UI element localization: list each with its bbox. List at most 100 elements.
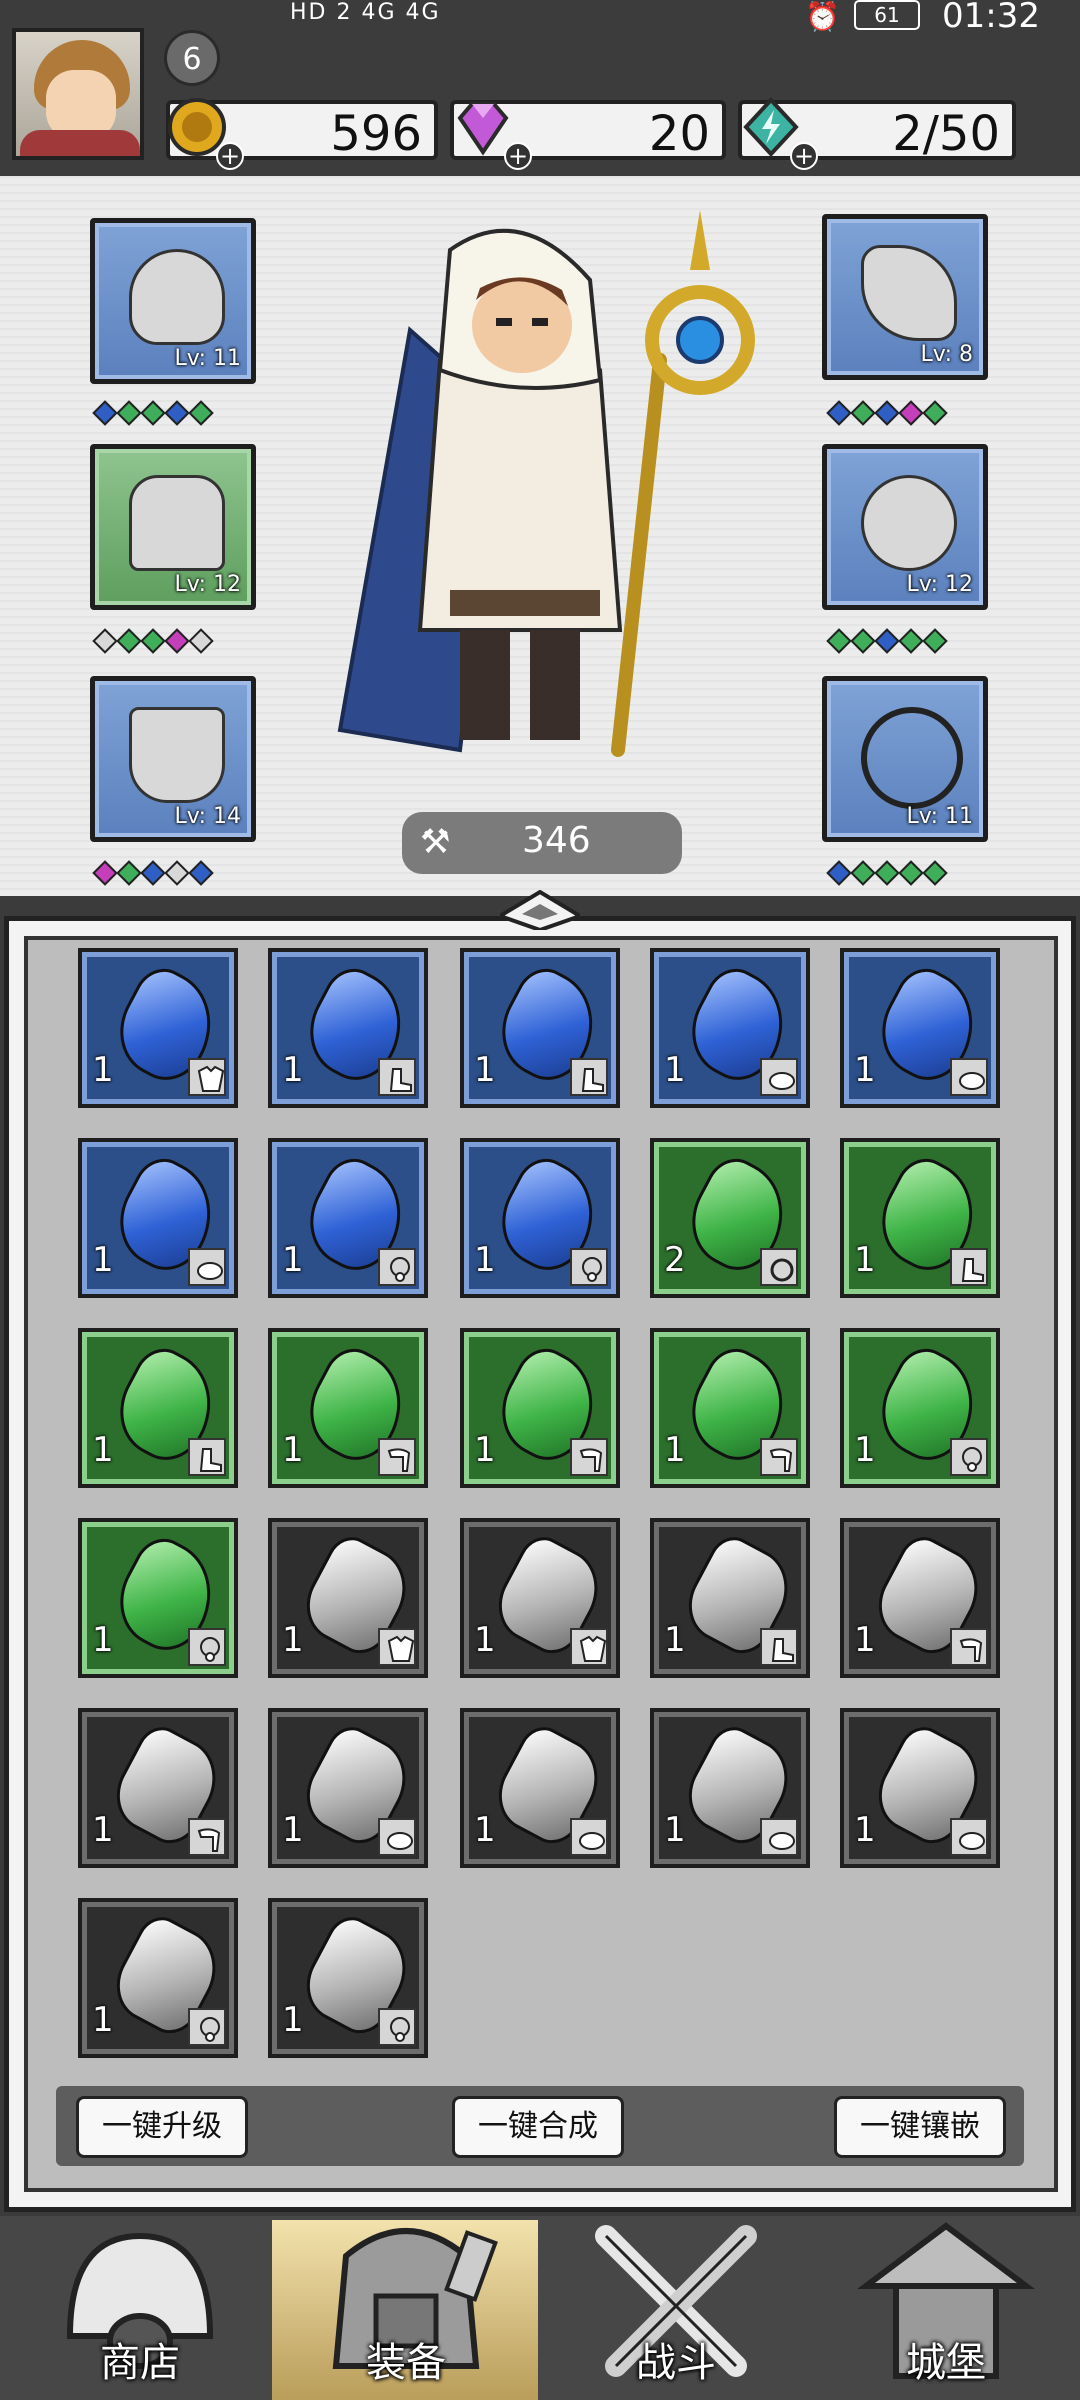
nav-battle[interactable]: 战斗 (566, 2216, 786, 2400)
helmet-gem-sockets (92, 400, 214, 426)
helmet-slot-tag-icon (950, 1818, 988, 1856)
item-count: 1 (474, 1430, 496, 1470)
inlay-all-button[interactable]: 一键镶嵌 (834, 2096, 1006, 2158)
inventory-item-green-gem[interactable]: 1 (78, 1328, 238, 1488)
inventory-item-green-gem[interactable]: 2 (650, 1138, 810, 1298)
socket-gem-icon (92, 860, 118, 886)
add-gems-button[interactable]: + (504, 142, 532, 170)
inventory-item-green-gem[interactable]: 1 (840, 1138, 1000, 1298)
inventory-item-gray-gem[interactable]: 1 (78, 1708, 238, 1868)
socket-gem-icon (116, 400, 142, 426)
item-count: 1 (474, 1620, 496, 1660)
helmet-slot-tag-icon (760, 1058, 798, 1096)
inventory-item-gray-gem[interactable]: 1 (650, 1708, 810, 1868)
inventory-item-blue-gem[interactable]: 1 (78, 1138, 238, 1298)
ring-icon (861, 475, 957, 571)
inventory-item-green-gem[interactable]: 1 (840, 1328, 1000, 1488)
boots-slot-tag-icon (188, 1438, 226, 1476)
add-gold-button[interactable]: + (216, 142, 244, 170)
item-count: 1 (282, 2000, 304, 2040)
armor-slot-tag-icon (188, 1058, 226, 1096)
inventory-item-gray-gem[interactable]: 1 (268, 1518, 428, 1678)
socket-gem-icon (826, 400, 852, 426)
inventory-item-gray-gem[interactable]: 1 (650, 1518, 810, 1678)
helmet-slot-tag-icon (760, 1818, 798, 1856)
socket-gem-icon (850, 628, 876, 654)
item-count: 1 (282, 1430, 304, 1470)
necklace-slot-tag-icon (378, 2008, 416, 2046)
inventory-item-gray-gem[interactable]: 1 (78, 1898, 238, 2058)
alarm-icon: ⏰ (805, 0, 840, 33)
merge-all-button[interactable]: 一键合成 (452, 2096, 624, 2158)
armor-slot[interactable]: Lv: 12 (90, 444, 256, 610)
upgrade-all-button[interactable]: 一键升级 (76, 2096, 248, 2158)
item-count: 1 (664, 1050, 686, 1090)
top-bar: HD 2 4G 4G ⏰ 61 01:32 6 596 + 20 + 2/50 … (0, 0, 1080, 175)
inventory-item-green-gem[interactable]: 1 (460, 1328, 620, 1488)
necklace-slot-tag-icon (378, 1248, 416, 1286)
helmet-level: Lv: 11 (174, 346, 241, 371)
item-count: 1 (474, 1810, 496, 1850)
item-count: 1 (282, 1050, 304, 1090)
weapon-slot[interactable]: Lv: 8 (822, 214, 988, 380)
gem-value: 20 (648, 106, 710, 162)
inventory-item-gray-gem[interactable]: 1 (460, 1708, 620, 1868)
necklace-slot-tag-icon (570, 1248, 608, 1286)
inventory-item-green-gem[interactable]: 1 (268, 1328, 428, 1488)
player-level-badge: 6 (164, 30, 220, 86)
weapon-slot-tag-icon (950, 1628, 988, 1666)
inventory-item-green-gem[interactable]: 1 (78, 1518, 238, 1678)
signal-indicator: HD 2 4G 4G (290, 0, 441, 25)
item-count: 1 (854, 1050, 876, 1090)
combat-power-value: 346 (522, 820, 591, 861)
inventory-item-blue-gem[interactable]: 1 (840, 948, 1000, 1108)
inventory-item-blue-gem[interactable]: 1 (78, 948, 238, 1108)
inventory-item-gray-gem[interactable]: 1 (268, 1898, 428, 2058)
inventory-item-gray-gem[interactable]: 1 (268, 1708, 428, 1868)
inventory-item-blue-gem[interactable]: 1 (650, 948, 810, 1108)
item-count: 1 (474, 1240, 496, 1280)
nav-castle-label: 城堡 (906, 2340, 986, 2386)
inventory-item-gray-gem[interactable]: 1 (840, 1708, 1000, 1868)
socket-gem-icon (922, 628, 948, 654)
pickaxe-icon: ⚒ (420, 822, 451, 862)
armor-icon (129, 475, 225, 571)
inventory-item-green-gem[interactable]: 1 (650, 1328, 810, 1488)
nav-equipment[interactable]: 装备 (296, 2216, 516, 2400)
add-energy-button[interactable]: + (790, 142, 818, 170)
armor-level: Lv: 12 (174, 572, 241, 597)
boots-slot-tag-icon (378, 1058, 416, 1096)
ring-gem-sockets (826, 628, 948, 654)
necklace-slot[interactable]: Lv: 11 (822, 676, 988, 842)
nav-shop[interactable]: 商店 (30, 2216, 250, 2400)
boots-slot[interactable]: Lv: 14 (90, 676, 256, 842)
armor-slot-tag-icon (378, 1628, 416, 1666)
item-count: 1 (664, 1430, 686, 1470)
helmet-slot[interactable]: Lv: 11 (90, 218, 256, 384)
boots-gem-sockets (92, 860, 214, 886)
socket-gem-icon (92, 628, 118, 654)
helmet-slot-tag-icon (950, 1058, 988, 1096)
inventory-item-gray-gem[interactable]: 1 (460, 1518, 620, 1678)
ring-slot-tag-icon (760, 1248, 798, 1286)
weapon-slot-tag-icon (760, 1438, 798, 1476)
inventory-item-gray-gem[interactable]: 1 (840, 1518, 1000, 1678)
inventory-item-blue-gem[interactable]: 1 (268, 948, 428, 1108)
socket-gem-icon (92, 400, 118, 426)
item-count: 1 (92, 1430, 114, 1470)
ring-slot[interactable]: Lv: 12 (822, 444, 988, 610)
socket-gem-icon (188, 628, 214, 654)
item-count: 1 (92, 1240, 114, 1280)
armor-slot-tag-icon (570, 1628, 608, 1666)
inventory-item-blue-gem[interactable]: 1 (460, 1138, 620, 1298)
inventory-item-blue-gem[interactable]: 1 (460, 948, 620, 1108)
inventory-item-blue-gem[interactable]: 1 (268, 1138, 428, 1298)
nav-castle[interactable]: 城堡 (836, 2216, 1056, 2400)
boots-level: Lv: 14 (174, 804, 241, 829)
player-avatar[interactable] (12, 28, 144, 160)
socket-gem-icon (116, 628, 142, 654)
item-count: 1 (854, 1620, 876, 1660)
socket-gem-icon (164, 628, 190, 654)
socket-gem-icon (140, 628, 166, 654)
boots-slot-tag-icon (570, 1058, 608, 1096)
